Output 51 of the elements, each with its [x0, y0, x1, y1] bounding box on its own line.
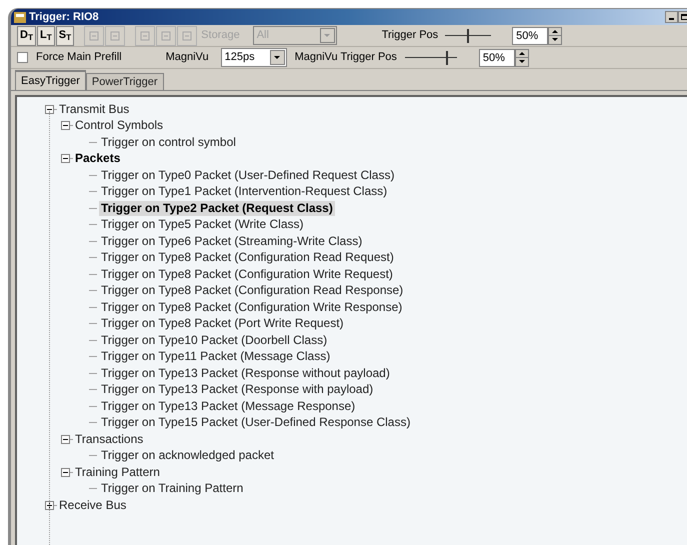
checkbox-label: Force Main Prefill — [36, 50, 122, 66]
tree-item[interactable]: Trigger on Type8 Packet (Configuration Read Request) — [99, 250, 396, 266]
collapse-icon[interactable] — [61, 154, 70, 164]
collapse-icon[interactable] — [45, 104, 54, 114]
tree-item[interactable]: Trigger on acknowledged packet — [99, 448, 276, 464]
tree-item[interactable]: Trigger on Type11 Packet (Message Class) — [99, 349, 332, 364]
percent-field[interactable]: 50% — [512, 26, 548, 44]
window-title: Trigger: RIO8 — [29, 10, 99, 25]
tree-item[interactable]: Trigger on Type8 Packet (Configuration Read Response) — [99, 283, 406, 298]
tree-item[interactable]: Trigger on Type13 Packet (Response with payload) — [99, 382, 376, 398]
tree-item[interactable]: Trigger on Type10 Packet (Doorbell Class) — [99, 332, 330, 348]
expand-icon[interactable] — [45, 500, 54, 510]
tab[interactable]: PowerTrigger — [86, 73, 164, 90]
mode-button[interactable]: S$_{T}$ — [56, 26, 74, 46]
minimize-button[interactable] — [665, 11, 678, 23]
tree-item[interactable]: Trigger on Type0 Packet (User-Defined Request Class) — [99, 168, 396, 183]
collapse-icon[interactable] — [61, 121, 70, 130]
maximize-button[interactable] — [678, 11, 687, 23]
tree-item[interactable]: Trigger on Type6 Packet (Streaming-Write Class) — [99, 234, 364, 249]
spin-buttons[interactable] — [548, 26, 562, 44]
tab[interactable]: EasyTrigger — [15, 70, 86, 90]
collapse-icon[interactable] — [61, 468, 70, 477]
tree-item[interactable]: Transmit Bus — [57, 102, 132, 117]
tree-item[interactable]: Transactions — [73, 432, 146, 447]
percent-field[interactable]: 50% — [478, 48, 515, 66]
tree-item[interactable]: Trigger on Type1 Packet (Intervention-Request Class) — [99, 184, 390, 200]
tree-item[interactable]: Trigger on Type5 Packet (Write Class) — [99, 217, 306, 232]
tree-item[interactable]: Control Symbols — [73, 118, 166, 134]
tree-item[interactable]: Trigger on Training Pattern — [99, 481, 246, 496]
app-icon — [14, 12, 26, 22]
mode-button[interactable]: D$_{T}$ — [17, 26, 36, 46]
tree-item[interactable]: Trigger on Type15 Packet (User-Defined Response Class) — [99, 415, 412, 430]
tree-item[interactable]: Trigger on Type13 Packet (Response without payload) — [99, 366, 392, 381]
trigger-pos-label: Trigger Pos — [382, 28, 438, 44]
tree-item[interactable]: Trigger on control symbol — [99, 134, 238, 150]
tree-item[interactable]: Packets — [73, 151, 122, 166]
magnivu-trigger-pos-label: MagniVu Trigger Pos — [294, 50, 397, 66]
tree-item[interactable]: Receive Bus — [57, 498, 128, 513]
magnivu-label: MagniVu — [166, 50, 209, 66]
tree-item[interactable]: Trigger on Type13 Packet (Message Response) — [99, 398, 358, 414]
tree-item[interactable]: Trigger on Type2 Packet (Request Class) — [99, 200, 335, 216]
tree-item[interactable]: Trigger on Type8 Packet (Configuration Write Response) — [99, 300, 404, 315]
tree-item[interactable]: Trigger on Type8 Packet (Configuration Write Request) — [99, 266, 395, 282]
tree-item[interactable]: Training Pattern — [73, 464, 162, 480]
spin-buttons[interactable] — [514, 48, 529, 66]
collapse-icon[interactable] — [61, 434, 70, 444]
tree-item[interactable]: Trigger on Type8 Packet (Port Write Request) — [99, 316, 346, 332]
mode-button[interactable]: L$_{T}$ — [37, 26, 55, 46]
dropdown[interactable]: 125ps — [220, 48, 287, 67]
checkbox[interactable] — [17, 52, 28, 63]
slider-thumb[interactable] — [467, 28, 470, 42]
